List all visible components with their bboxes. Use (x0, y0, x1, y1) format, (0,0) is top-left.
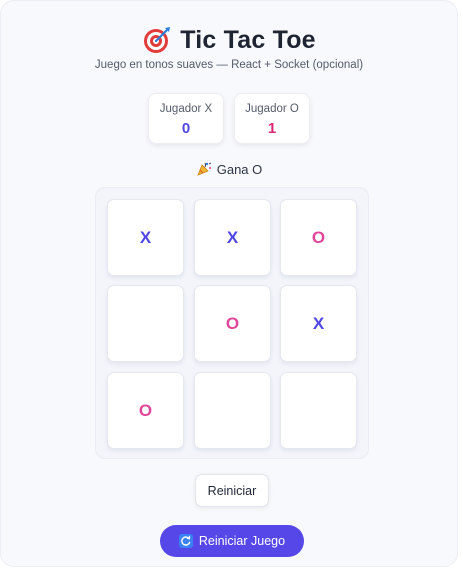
app-card: Tic Tac Toe Juego en tonos suaves — Reac… (0, 0, 458, 567)
board-cell-7[interactable]: O (107, 372, 184, 449)
title-row: Tic Tac Toe (1, 25, 457, 55)
score-card-o: Jugador O 1 (234, 93, 310, 144)
status-text: Gana O (216, 161, 263, 177)
board-cell-4[interactable] (107, 285, 184, 362)
party-popper-icon (196, 161, 212, 177)
board-cell-2[interactable]: X (194, 199, 271, 276)
board-cell-5[interactable]: O (194, 285, 271, 362)
board-cell-1[interactable]: X (107, 199, 184, 276)
board-cell-8[interactable] (194, 372, 271, 449)
scoreboard: Jugador X 0 Jugador O 1 (1, 93, 457, 144)
score-value-o: 1 (267, 120, 277, 137)
page-title: Tic Tac Toe (180, 25, 316, 54)
page-subtitle: Juego en tonos suaves — React + Socket (… (94, 59, 364, 71)
score-label-o: Jugador O (245, 103, 299, 115)
reset-game-label: Reiniciar Juego (198, 534, 286, 548)
score-label-x: Jugador X (159, 103, 213, 115)
board-cell-3[interactable]: O (280, 199, 357, 276)
game-status: Gana O (1, 161, 457, 177)
reset-game-button[interactable]: Reiniciar Juego (160, 525, 304, 557)
score-value-x: 0 (181, 120, 191, 137)
refresh-icon (178, 534, 193, 548)
score-card-x: Jugador X 0 (148, 93, 224, 144)
dart-target-icon (142, 25, 172, 55)
reset-button[interactable]: Reiniciar (195, 474, 269, 507)
game-board: X X O O X O (95, 187, 369, 459)
board-cell-9[interactable] (280, 372, 357, 449)
board-cell-6[interactable]: X (280, 285, 357, 362)
